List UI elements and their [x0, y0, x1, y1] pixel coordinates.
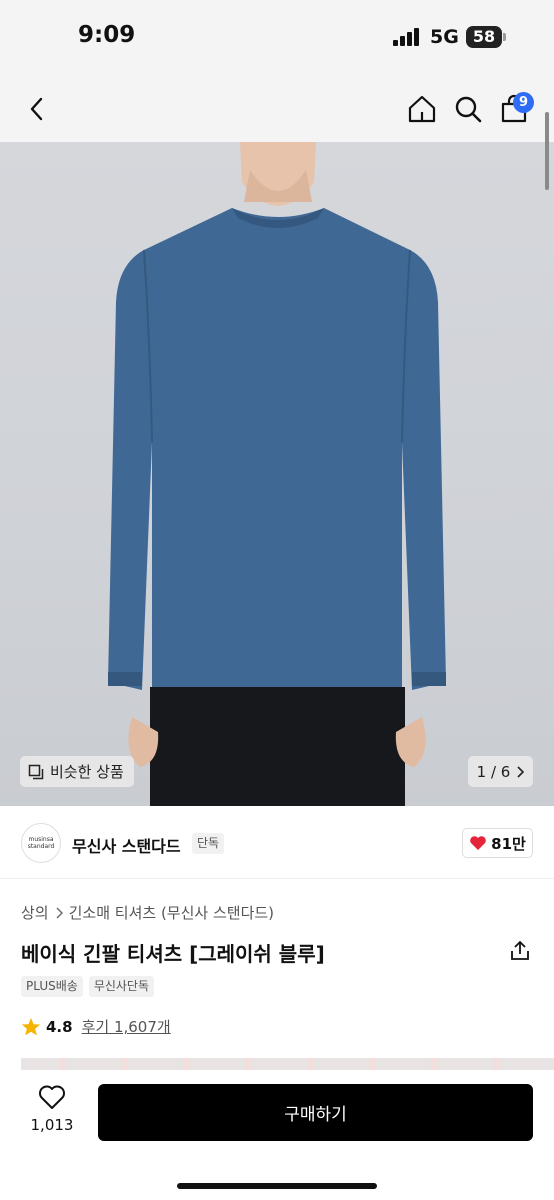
wishlist-count: 1,013 — [30, 1116, 74, 1134]
search-icon[interactable] — [451, 92, 485, 126]
brand-like-count: 81만 — [491, 834, 526, 853]
share-icon[interactable] — [508, 939, 532, 963]
tag-plus-delivery: PLUS배송 — [21, 976, 83, 997]
buy-button[interactable]: 구매하기 — [98, 1084, 533, 1141]
copy-icon — [28, 764, 44, 779]
home-indicator — [177, 1183, 377, 1189]
signal-icon — [393, 28, 423, 46]
chevron-right-icon — [517, 765, 525, 778]
brand-name[interactable]: 무신사 스탠다드 — [72, 833, 181, 857]
breadcrumb: 상의 긴소매 티셔츠 (무신사 스탠다드) — [21, 902, 274, 923]
similar-products-label: 비슷한 상품 — [50, 763, 124, 781]
brand-like-button[interactable]: 81만 — [462, 828, 533, 858]
top-nav-bar — [0, 78, 554, 142]
tag-exclusive: 무신사단독 — [88, 976, 155, 997]
rating-row: 4.8 후기 1,607개 — [21, 1016, 171, 1037]
star-icon — [21, 1017, 41, 1035]
image-page-indicator[interactable]: 1 / 6 — [468, 756, 533, 787]
status-time: 9:09 — [78, 22, 136, 48]
wishlist-button[interactable]: 1,013 — [22, 1084, 82, 1144]
scrollbar[interactable] — [545, 112, 549, 190]
product-image[interactable] — [0, 142, 554, 806]
page-indicator-label: 1 / 6 — [476, 762, 511, 781]
battery-icon: 58 — [466, 26, 502, 48]
heart-filled-icon — [470, 836, 486, 850]
reviews-link[interactable]: 후기 1,607개 — [82, 1016, 171, 1037]
bottom-action-bar: 1,013 구매하기 — [0, 1070, 554, 1200]
heart-outline-icon — [39, 1085, 65, 1109]
home-icon[interactable] — [405, 92, 439, 126]
shirt-shape — [108, 208, 446, 690]
back-icon[interactable] — [20, 92, 54, 126]
cart-count-badge: 9 — [513, 92, 534, 113]
promo-banner-strip[interactable] — [21, 1058, 554, 1070]
brand-row: musinsa standard 무신사 스탠다드 단독 81만 — [0, 807, 554, 879]
exclusive-tag: 단독 — [192, 833, 225, 854]
model-photo — [108, 142, 446, 806]
chevron-right-icon — [56, 907, 63, 918]
breadcrumb-item[interactable]: 긴소매 티셔츠 (무신사 스탠다드) — [69, 902, 274, 923]
brand-logo-line1: musinsa — [28, 836, 54, 843]
brand-logo-line2: standard — [27, 843, 55, 850]
breadcrumb-item[interactable]: 상의 — [21, 902, 49, 923]
battery-tip — [503, 33, 506, 41]
brand-logo[interactable]: musinsa standard — [21, 823, 61, 863]
product-tags: PLUS배송 무신사단독 — [21, 976, 155, 997]
product-title: 베이식 긴팔 티셔츠 [그레이쉬 블루] — [21, 942, 325, 966]
similar-products-button[interactable]: 비슷한 상품 — [20, 756, 134, 787]
network-label: 5G — [430, 26, 459, 48]
status-bar: 9:09 5G 58 — [0, 0, 554, 78]
rating-value: 4.8 — [46, 1017, 73, 1036]
